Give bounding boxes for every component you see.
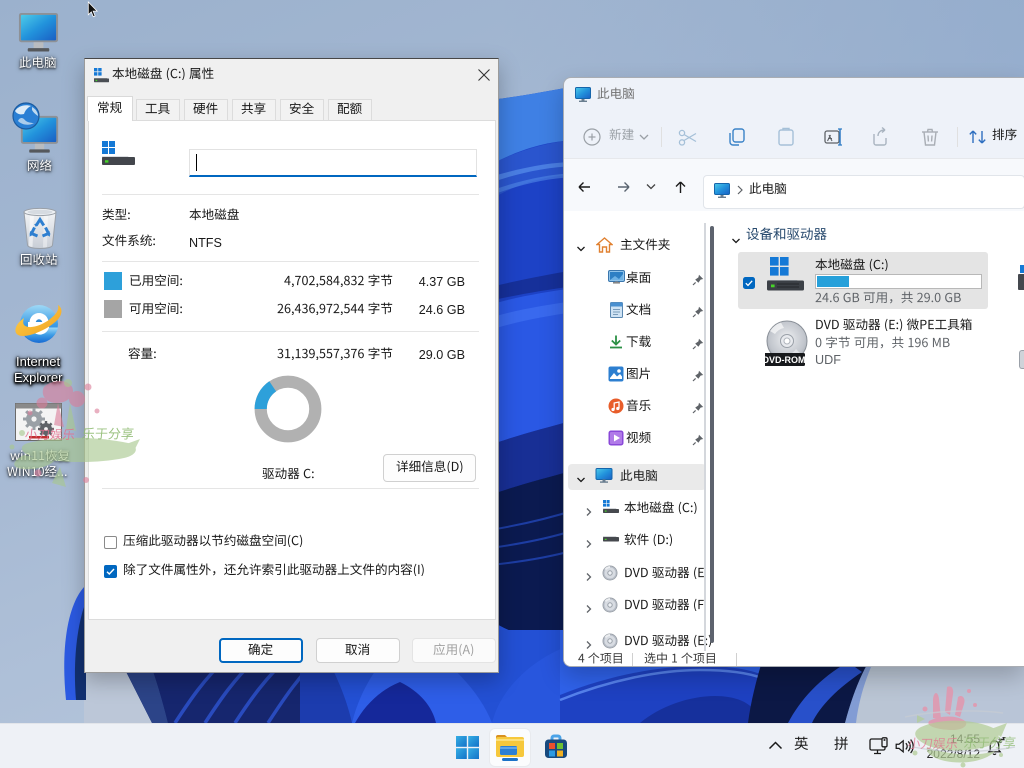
svg-text:DVD-ROM: DVD-ROM [765,355,806,365]
